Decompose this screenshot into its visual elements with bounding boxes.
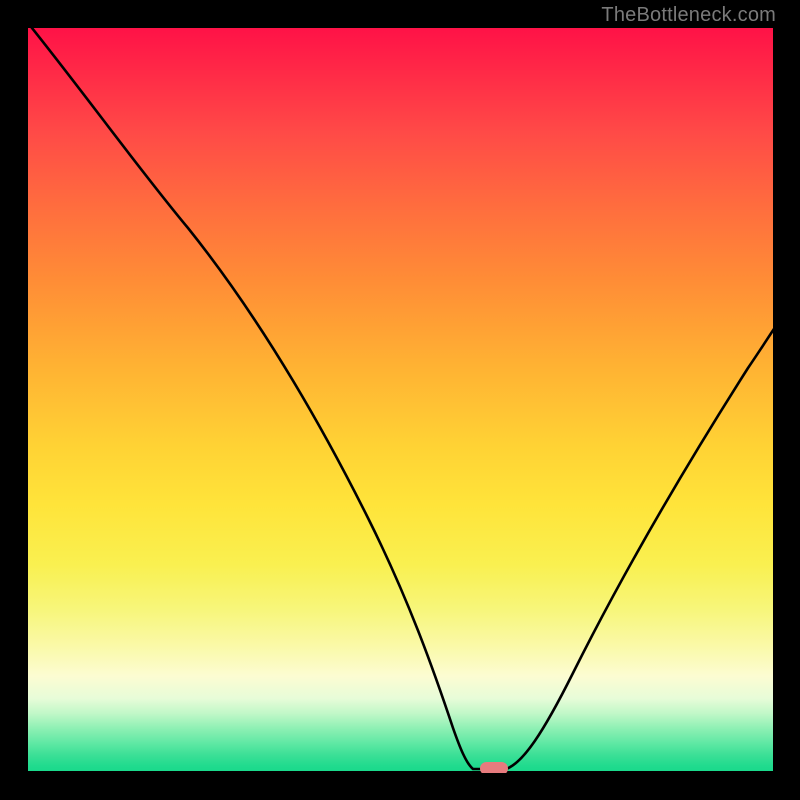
line-chart	[28, 28, 773, 773]
plot-area	[28, 28, 773, 773]
chart-frame: TheBottleneck.com	[0, 0, 800, 800]
watermark-text: TheBottleneck.com	[601, 4, 776, 27]
min-marker	[480, 762, 508, 773]
bottleneck-curve-path	[28, 28, 773, 769]
